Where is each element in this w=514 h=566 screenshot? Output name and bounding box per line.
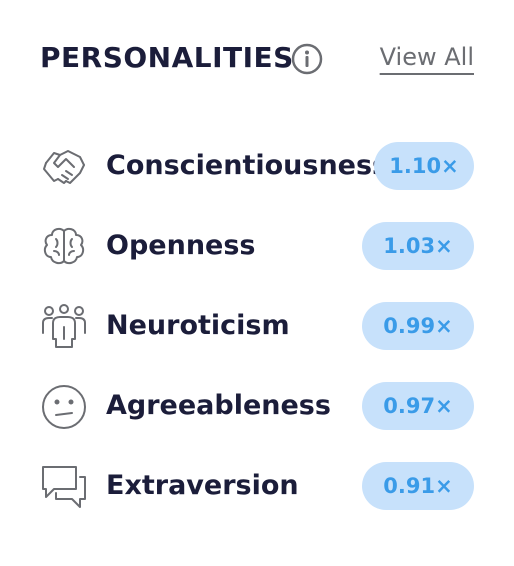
speech-bubbles-icon xyxy=(42,466,86,508)
score-badge: 1.03× xyxy=(362,222,474,270)
info-circle-icon[interactable] xyxy=(290,42,324,76)
list-item: Extraversion 0.91× xyxy=(40,462,474,510)
list-item: Agreeableness 0.97× xyxy=(40,382,474,430)
item-label: Conscientiousness xyxy=(106,150,389,181)
score-badge: 0.97× xyxy=(362,382,474,430)
section-title: PERSONALITIES xyxy=(40,41,294,74)
item-label: Agreeableness xyxy=(106,390,331,421)
score-badge: 0.99× xyxy=(362,302,474,350)
item-label: Openness xyxy=(106,230,256,261)
view-all-link[interactable]: View All xyxy=(380,40,474,74)
list-item: Neuroticism 0.99× xyxy=(40,302,474,350)
score-badge: 1.10× xyxy=(374,142,474,190)
handshake-icon xyxy=(43,150,85,184)
list-item: Conscientiousness 1.10× xyxy=(40,142,474,190)
personalities-card: PERSONALITIES View All Conscientiousness xyxy=(0,0,514,566)
people-group-icon xyxy=(42,304,86,348)
list-item: Openness 1.03× xyxy=(40,222,474,270)
item-label: Extraversion xyxy=(106,470,299,501)
item-label: Neuroticism xyxy=(106,310,290,341)
score-badge: 0.91× xyxy=(362,462,474,510)
personality-list: Conscientiousness 1.10× Openness 1.03× N… xyxy=(40,142,474,542)
neutral-face-icon xyxy=(42,385,86,429)
brain-icon xyxy=(43,227,85,265)
